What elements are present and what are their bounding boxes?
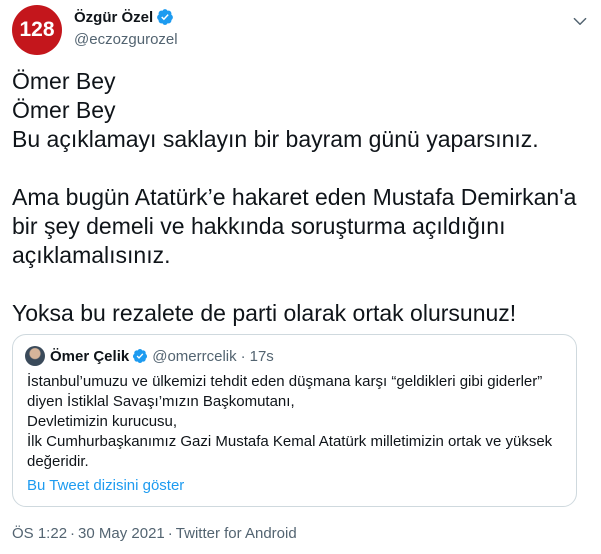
quoted-tweet-line: diyen İstiklal Savaşı’mızın Başkomutanı, [27, 393, 295, 410]
tweet-text: Ömer Bey Ömer Bey Bu açıklamayı saklayın… [12, 67, 592, 328]
chevron-down-icon[interactable] [571, 12, 589, 30]
tweet-line: Bu açıklamayı saklayın bir bayram günü y… [12, 126, 539, 152]
tweet-source[interactable]: Twitter for Android [176, 525, 297, 542]
author-display-name[interactable]: Özgür Özel [74, 9, 153, 26]
author-avatar[interactable]: 128 [12, 5, 62, 55]
quoted-tweet[interactable]: Ömer Çelik @omerrcelik · 17s İstanbul’um… [12, 334, 577, 507]
tweet-card: 128 Özgür Özel @eczozgurozel Ömer Bey Öm… [0, 0, 601, 554]
quoted-tweet-line: İstanbul’umuzu ve ülkemizi tehdit eden d… [27, 373, 543, 390]
tweet-line: Ömer Bey [12, 68, 116, 94]
tweet-line: Ömer Bey [12, 97, 116, 123]
quoted-author-handle: @omerrcelik [152, 347, 237, 365]
quoted-tweet-line: Devletimizin kurucusu, [27, 413, 178, 430]
quoted-author-avatar [25, 346, 45, 366]
quoted-tweet-header: Ömer Çelik @omerrcelik · 17s [25, 346, 274, 366]
quoted-tweet-time: 17s [249, 347, 274, 365]
separator-dot: · [70, 525, 76, 542]
quoted-author-name: Ömer Çelik [50, 347, 130, 365]
tweet-line: Ama bugün Atatürk’e hakaret eden Mustafa… [12, 184, 577, 210]
tweet-line: Yoksa bu rezalete de parti olarak ortak … [12, 300, 517, 326]
quoted-tweet-text: İstanbul’umuzu ve ülkemizi tehdit eden d… [27, 372, 572, 472]
show-thread-link[interactable]: Bu Tweet dizisini göster [27, 477, 184, 494]
quoted-tweet-line: değeridir. [27, 453, 89, 470]
avatar-text: 128 [19, 18, 55, 41]
tweet-line: bir şey demeli ve hakkında soruşturma aç… [12, 213, 506, 239]
separator-dot: · [167, 525, 173, 542]
separator-dot: · [240, 347, 246, 365]
verified-badge-icon [133, 349, 148, 363]
quoted-tweet-line: İlk Cumhurbaşkanımız Gazi Mustafa Kemal … [27, 433, 553, 450]
tweet-time[interactable]: ÖS 1:22 [12, 525, 67, 542]
tweet-date[interactable]: 30 May 2021 [78, 525, 165, 542]
tweet-line: açıklamalısınız. [12, 242, 171, 268]
tweet-metadata: ÖS 1:22 · 30 May 2021 · Twitter for Andr… [12, 525, 297, 542]
verified-badge-icon [157, 9, 174, 25]
author-name-row: Özgür Özel [74, 8, 174, 26]
author-handle[interactable]: @eczozgurozel [74, 31, 178, 48]
